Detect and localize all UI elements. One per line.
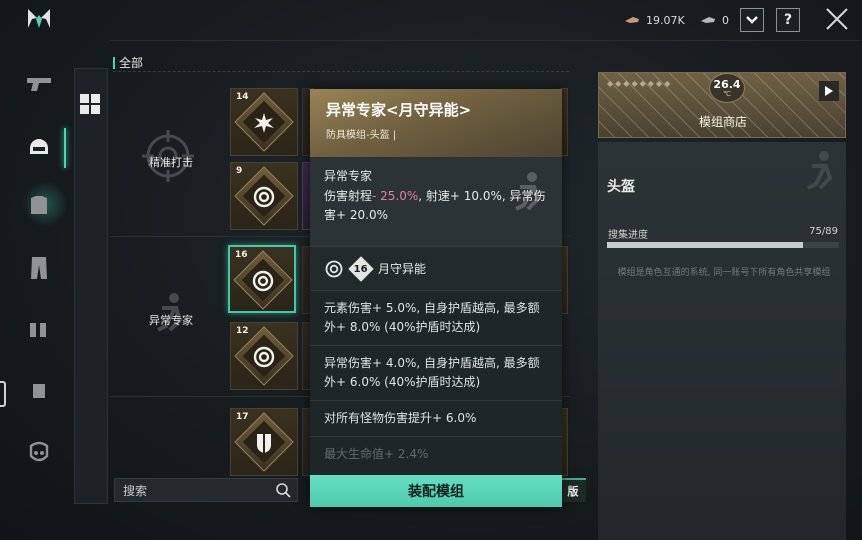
info-title: 头盔 — [607, 179, 635, 195]
nav-item-armor[interactable] — [24, 191, 54, 221]
currency-credits: 19.07K — [624, 11, 685, 29]
nav-item-mask[interactable] — [24, 437, 54, 467]
swirl-icon — [253, 346, 275, 368]
app-root: 19.07K 0 ? 全部 精准打击 14 9 异常专家 16 12 17 搜索… — [0, 0, 862, 540]
module-detail-popup: 异常专家<月守异能> 防具模组-头盔 | 异常专家 伤害射程- 25.0%, 射… — [310, 89, 562, 507]
set-bonus-header: 16 月守异能 — [310, 247, 562, 291]
temperature-unit: ℃ — [723, 89, 731, 98]
info-description: 模组是角色互通的系统, 同一账号下所有角色共享模组 — [617, 268, 831, 278]
search-input[interactable]: 搜索 — [114, 478, 298, 502]
section-title-text: 全部 — [119, 56, 144, 70]
stat-range-label: 伤害射程 — [324, 189, 373, 203]
runner-emblem-icon — [807, 151, 833, 190]
armor-icon — [31, 196, 47, 214]
help-label: ? — [783, 12, 793, 28]
card-level: 9 — [236, 166, 243, 176]
play-arrow-icon — [825, 86, 833, 96]
set-effect: 异常伤害+ 4.0%, 自身护盾越高, 最多额外+ 6.0% (40%护盾时达成… — [310, 346, 562, 401]
collection-progress-count: 75/89 — [809, 226, 838, 237]
module-card[interactable]: 12 — [230, 322, 298, 390]
runner-emblem-icon — [515, 172, 541, 211]
search-icon[interactable] — [275, 482, 291, 498]
token-icon — [701, 17, 715, 23]
nav-item-pants[interactable] — [24, 253, 54, 283]
group-label: 异常专家 — [149, 314, 193, 327]
card-level: 17 — [236, 412, 249, 422]
version-tag[interactable]: 版 — [560, 478, 586, 502]
card-level: 14 — [236, 92, 249, 102]
grid-view-icon[interactable] — [78, 92, 102, 116]
module-card[interactable]: 17 — [230, 408, 298, 476]
set-effect: 最大生命值+ 2.4% — [324, 447, 429, 461]
currency-tokens: 0 — [700, 11, 729, 29]
popup-description: 异常专家 伤害射程- 25.0%, 射速+ 10.0%, 异常伤害+ 20.0% — [310, 157, 562, 247]
search-placeholder: 搜索 — [123, 483, 148, 498]
section-title: 全部 — [113, 54, 143, 71]
pants-icon — [31, 257, 47, 279]
popup-subtitle: 防具模组-头盔 | — [326, 130, 397, 141]
close-icon[interactable] — [824, 6, 850, 32]
credits-icon — [625, 17, 639, 23]
nav-active-indicator — [64, 128, 66, 168]
dropdown-button[interactable] — [740, 8, 764, 32]
swirl-icon — [325, 260, 343, 277]
equipment-nav — [0, 55, 70, 540]
nav-item-gloves[interactable] — [24, 375, 54, 405]
explosion-icon — [254, 113, 274, 133]
currency-tokens-value: 0 — [722, 13, 729, 27]
nav-item-weapon[interactable] — [24, 69, 54, 99]
module-card-selected[interactable]: 16 — [228, 245, 296, 313]
collection-progress-bar — [607, 242, 839, 248]
nav-item-helmet[interactable] — [24, 131, 54, 161]
equip-module-button[interactable]: 装配模组 — [310, 475, 562, 507]
gem-row-icon: ◆◆◆◆◆◆◆◆ — [607, 79, 673, 88]
card-level: 16 — [235, 250, 248, 260]
collection-progress-label: 搜集进度 — [608, 230, 648, 241]
group-label: 精准打击 — [149, 156, 193, 169]
temperature-value: 26.4 — [713, 77, 741, 91]
shop-open-button[interactable] — [819, 81, 839, 101]
swirl-icon — [253, 186, 275, 208]
shield-icon — [257, 434, 271, 453]
topbar-divider — [110, 40, 860, 41]
nav-item-boots[interactable] — [24, 315, 54, 345]
module-card[interactable]: 14 — [230, 88, 298, 156]
card-level: 12 — [236, 326, 249, 336]
nav-scroll-handle[interactable] — [0, 381, 6, 407]
set-level-badge: 16 — [348, 255, 374, 282]
category-column — [74, 68, 108, 504]
set-effect: 元素伤害+ 5.0%, 自身护盾越高, 最多额外+ 8.0% (40%护盾时达成… — [310, 291, 562, 346]
set-level: 16 — [354, 262, 368, 274]
game-logo-icon — [28, 9, 50, 28]
section-divider — [113, 71, 569, 72]
helmet-icon — [30, 139, 48, 154]
set-name: 月守异能 — [378, 262, 427, 276]
currency-credits-value: 19.07K — [646, 13, 685, 27]
glove-icon — [33, 384, 45, 398]
mask-icon — [29, 441, 49, 462]
help-button[interactable]: ? — [776, 8, 800, 32]
popup-title: 异常专家<月守异能> — [326, 101, 472, 119]
module-shop-card[interactable]: ◆◆◆◆◆◆◆◆ 26.4 ℃ 模组商店 — [598, 72, 846, 138]
temperature-badge: 26.4 ℃ — [709, 73, 745, 103]
pistol-icon — [27, 78, 51, 91]
stat-range-value: - 25.0% — [372, 189, 419, 203]
swirl-icon — [252, 270, 274, 292]
collection-progress-fill — [607, 242, 803, 248]
chevron-down-icon — [746, 16, 758, 24]
module-card[interactable]: 9 — [230, 162, 298, 230]
set-effect: 对所有怪物伤害提升+ 6.0% — [310, 401, 562, 437]
boots-icon — [30, 323, 46, 337]
shop-label: 模组商店 — [698, 115, 747, 129]
popup-header: 异常专家<月守异能> 防具模组-头盔 | — [310, 89, 562, 157]
section-marker — [113, 56, 115, 69]
